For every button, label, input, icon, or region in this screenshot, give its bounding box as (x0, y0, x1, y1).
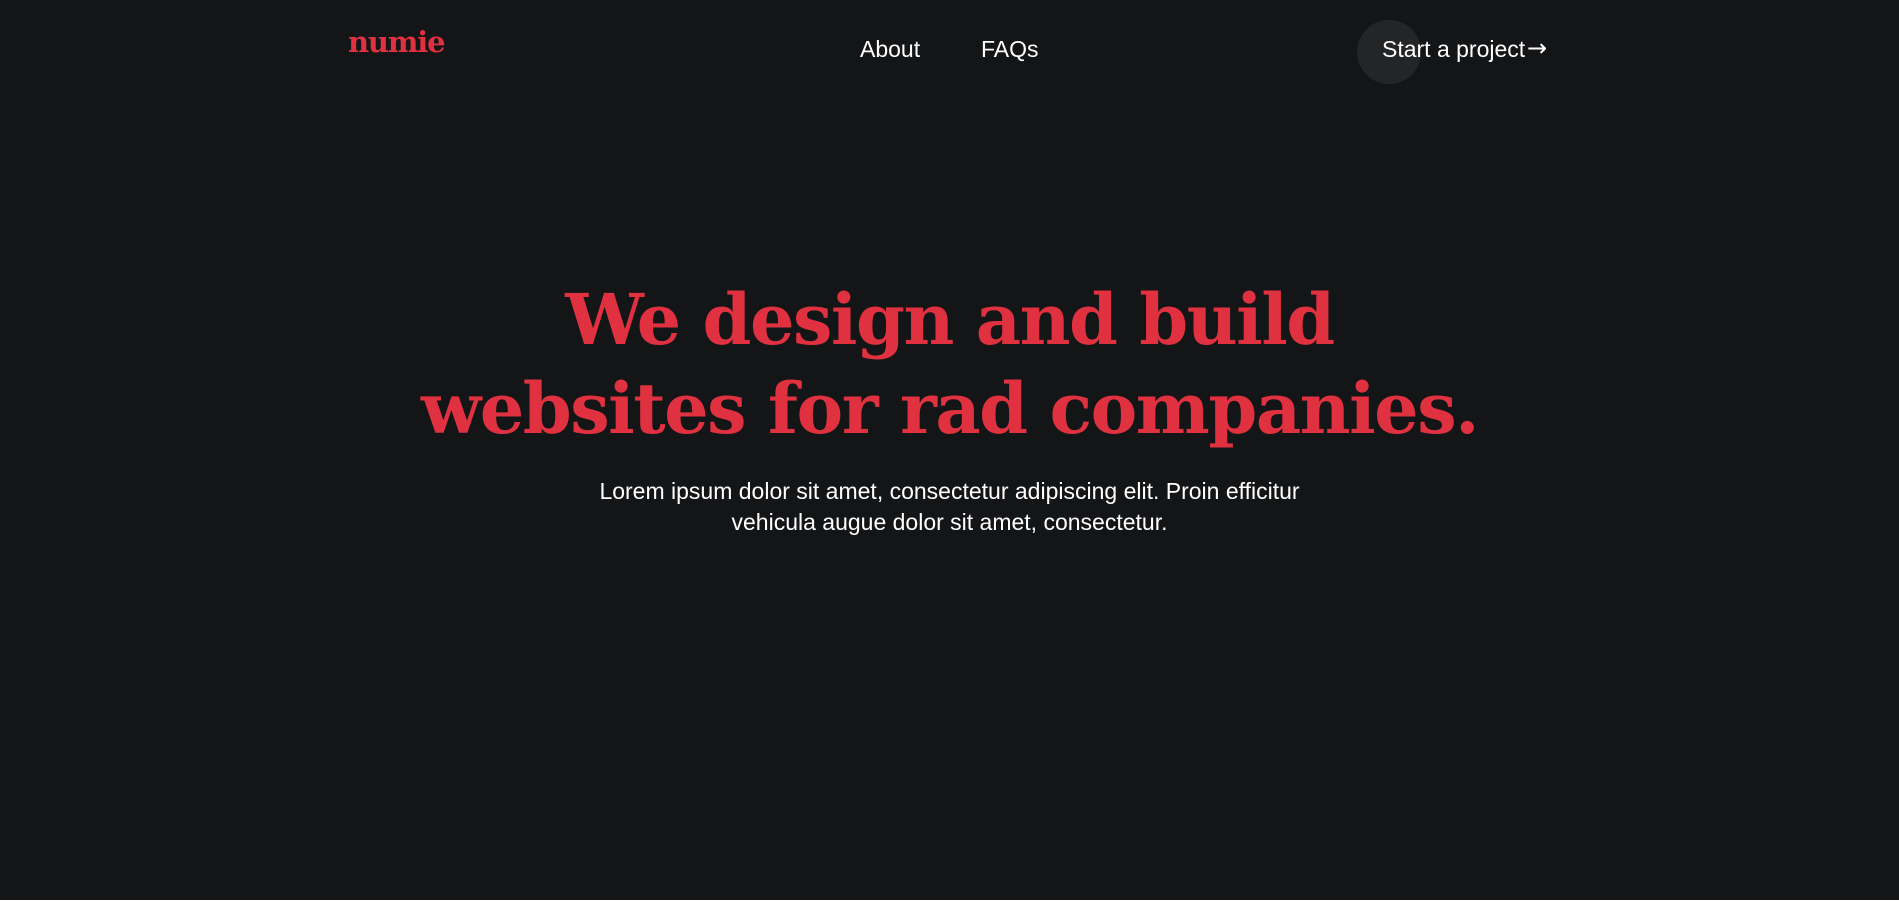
logo[interactable]: numie (348, 28, 446, 57)
arrow-right-icon: → (1527, 34, 1548, 62)
page: numie About FAQs Start a project → We de… (0, 0, 1899, 900)
hero-title-line-2: websites for rad companies. (421, 367, 1479, 450)
nav-link-faqs[interactable]: FAQs (981, 38, 1039, 61)
cta-label: Start a project (1382, 36, 1526, 62)
hero-subtitle-line-2: vehicula augue dolor sit amet, consectet… (731, 509, 1168, 535)
nav-link-about[interactable]: About (860, 38, 920, 61)
hero-title: We design and build websites for rad com… (0, 275, 1899, 453)
hero-title-line-1: We design and build (565, 278, 1335, 361)
start-project-button[interactable]: Start a project → (1357, 20, 1557, 84)
hero-subtitle-line-1: Lorem ipsum dolor sit amet, consectetur … (599, 478, 1300, 504)
hero-subtitle: Lorem ipsum dolor sit amet, consectetur … (0, 476, 1899, 538)
site-header: numie About FAQs Start a project → (0, 0, 1899, 100)
